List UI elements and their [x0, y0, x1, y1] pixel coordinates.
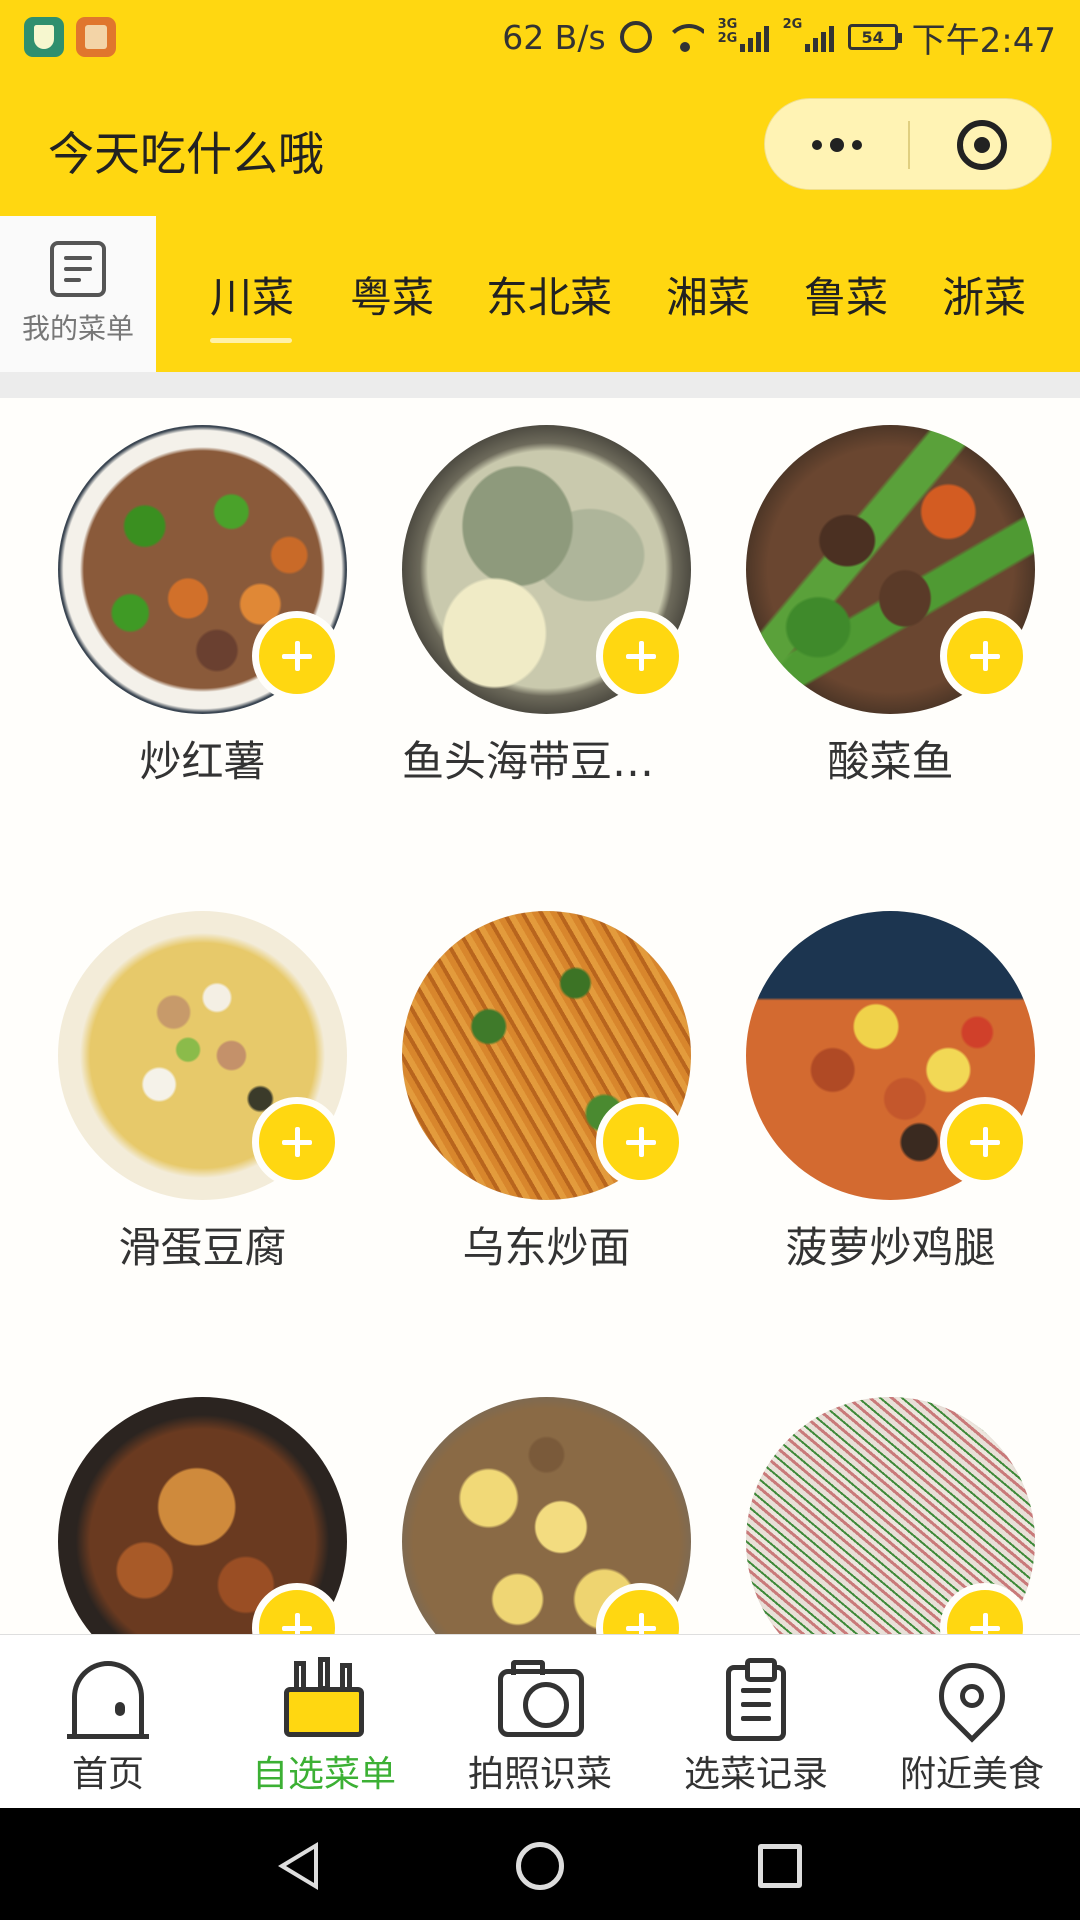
tab-chuan[interactable]: 川菜 [210, 264, 294, 325]
home-icon [66, 1657, 150, 1741]
dish-name: 酸菜鱼 [827, 737, 954, 786]
dish-card[interactable]: 炒红薯 [2, 398, 347, 818]
dish-name: 乌东炒面 [462, 1223, 631, 1272]
divider-band [0, 372, 1080, 398]
tab-zhe[interactable]: 浙菜 [942, 264, 1026, 325]
status-bar: 62 B/s 3G 2G 2G 54 下午2:47 [0, 0, 1080, 74]
tab-dongbei[interactable]: 东北菜 [486, 264, 612, 325]
tab-custom-menu[interactable]: 自选菜单 [216, 1657, 432, 1805]
tab-label: 选菜记录 [683, 1754, 828, 1795]
add-dish-button[interactable] [596, 611, 686, 701]
home-circle-icon[interactable] [516, 1842, 564, 1890]
tab-nearby-food[interactable]: 附近美食 [864, 1649, 1080, 1805]
clock-time: 下午2:47 [911, 20, 1056, 61]
add-dish-button[interactable] [596, 1097, 686, 1187]
add-dish-button[interactable] [940, 611, 1030, 701]
tab-label: 附近美食 [899, 1754, 1044, 1795]
location-pin-icon [925, 1649, 1019, 1743]
clipboard-icon [714, 1657, 798, 1741]
battery-icon: 54 [847, 24, 902, 50]
dish-card[interactable]: 鱼头海带豆腐… [346, 398, 691, 818]
camera-icon [498, 1657, 584, 1741]
tab-label: 拍照识菜 [467, 1754, 612, 1795]
my-menu-label: 我的菜单 [21, 312, 134, 345]
signal-icon-2: 2G [783, 18, 834, 52]
category-bar: 我的菜单 川菜 粤菜 东北菜 湘菜 鲁菜 浙菜 [0, 216, 1080, 372]
dish-name: 炒红薯 [139, 737, 266, 786]
tab-label: 首页 [71, 1754, 144, 1795]
dish-grid: 炒红薯 鱼头海带豆腐… 酸菜鱼 滑蛋豆腐 乌东炒面 菠萝炒鸡腿 [0, 398, 1080, 1634]
dish-name: 鱼头海带豆腐… [402, 737, 691, 786]
alarm-icon [619, 21, 652, 53]
add-dish-button[interactable] [252, 611, 342, 701]
dish-card[interactable]: 滑蛋豆腐 [2, 884, 347, 1304]
dish-card[interactable]: 酸菜鱼 [690, 398, 1035, 818]
page-title: 今天吃什么哦 [48, 127, 324, 181]
tab-lu[interactable]: 鲁菜 [804, 264, 888, 325]
my-menu-button[interactable]: 我的菜单 [0, 216, 156, 372]
dish-name: 滑蛋豆腐 [118, 1223, 287, 1272]
dish-card[interactable]: 乌东炒面 [346, 884, 691, 1304]
miniprogram-capsule [764, 98, 1052, 190]
tab-yue[interactable]: 粤菜 [350, 264, 434, 325]
recent-apps-icon[interactable] [758, 1844, 802, 1888]
more-dots-icon[interactable] [765, 99, 908, 191]
tab-selection-history[interactable]: 选菜记录 [648, 1657, 864, 1805]
add-dish-button[interactable] [252, 1097, 342, 1187]
network-speed: 62 B/s [502, 17, 606, 57]
dish-name: 菠萝炒鸡腿 [785, 1223, 996, 1272]
dish-card[interactable]: 菠萝炒鸡腿 [690, 884, 1035, 1304]
dish-card[interactable] [346, 1370, 691, 1634]
tab-home[interactable]: 首页 [0, 1657, 216, 1805]
menu-cup-icon [282, 1657, 366, 1741]
book-app-icon [76, 17, 116, 57]
document-icon [50, 241, 106, 297]
dish-card[interactable] [690, 1370, 1035, 1634]
bottom-tab-bar: 首页 自选菜单 拍照识菜 选菜记录 附近美食 [0, 1634, 1080, 1808]
target-close-icon[interactable] [910, 99, 1053, 191]
navigation-bar: 今天吃什么哦 [0, 74, 1080, 216]
active-tab-indicator [210, 338, 292, 343]
shield-app-icon [24, 17, 64, 57]
tab-photo-recognize[interactable]: 拍照识菜 [432, 1657, 648, 1805]
back-icon[interactable] [278, 1842, 318, 1890]
tab-label: 自选菜单 [251, 1754, 396, 1795]
tab-xiang[interactable]: 湘菜 [666, 264, 750, 325]
add-dish-button[interactable] [940, 1097, 1030, 1187]
category-tabs: 川菜 粤菜 东北菜 湘菜 鲁菜 浙菜 [156, 216, 1080, 372]
signal-icon: 3G 2G [718, 18, 769, 52]
system-nav-bar [0, 1808, 1080, 1920]
dish-card[interactable] [2, 1370, 347, 1634]
wifi-icon [665, 22, 704, 52]
